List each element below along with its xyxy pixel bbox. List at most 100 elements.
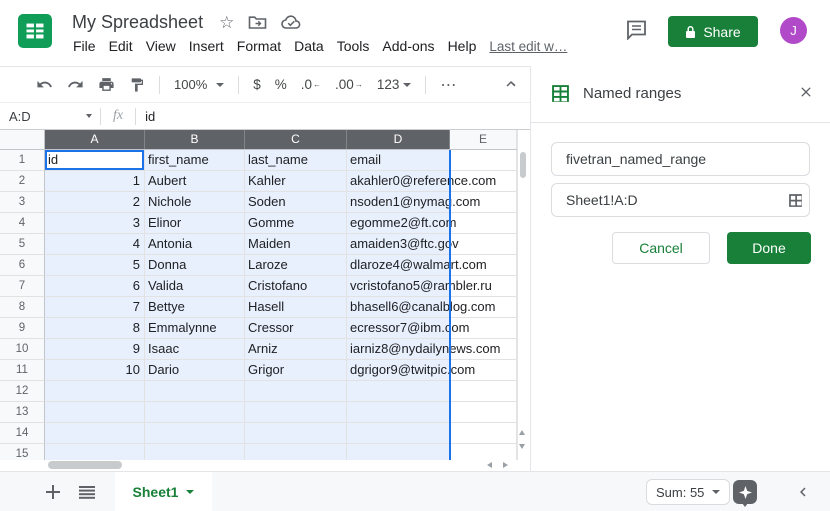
row-header-5[interactable]: 5 xyxy=(0,234,45,255)
cell-D14[interactable] xyxy=(347,423,450,444)
cell-C12[interactable] xyxy=(245,381,347,402)
cell-A12[interactable] xyxy=(45,381,145,402)
cell-D6[interactable]: dlaroze4@walmart.com xyxy=(347,255,450,276)
cell-D9[interactable]: ecressor7@ibm.com xyxy=(347,318,450,339)
column-header-D[interactable]: D xyxy=(347,130,450,149)
avatar[interactable]: J xyxy=(780,17,807,44)
cell-A6[interactable]: 5 xyxy=(45,255,145,276)
cell-A5[interactable]: 4 xyxy=(45,234,145,255)
cell-C1[interactable]: last_name xyxy=(245,150,347,171)
cell-B10[interactable]: Isaac xyxy=(145,339,245,360)
cell-E14[interactable] xyxy=(450,423,517,444)
zoom-control[interactable]: 100% xyxy=(174,73,224,97)
cell-A9[interactable]: 8 xyxy=(45,318,145,339)
row-header-7[interactable]: 7 xyxy=(0,276,45,297)
cell-D12[interactable] xyxy=(347,381,450,402)
cell-C11[interactable]: Grigor xyxy=(245,360,347,381)
scroll-right-arrow[interactable] xyxy=(503,462,508,468)
cell-E5[interactable] xyxy=(450,234,517,255)
menu-help[interactable]: Help xyxy=(448,38,477,54)
format-currency-button[interactable]: $ xyxy=(253,73,261,97)
collapse-toolbar-icon[interactable] xyxy=(502,75,520,98)
share-button[interactable]: Share xyxy=(668,16,758,47)
cell-B3[interactable]: Nichole xyxy=(145,192,245,213)
sum-badge[interactable]: Sum: 55 xyxy=(646,479,730,505)
menu-addons[interactable]: Add-ons xyxy=(382,38,434,54)
cell-C8[interactable]: Hasell xyxy=(245,297,347,318)
cell-D11[interactable]: dgrigor9@twitpic.com xyxy=(347,360,450,381)
menu-edit[interactable]: Edit xyxy=(109,38,133,54)
column-header-E[interactable]: E xyxy=(450,130,517,149)
cancel-button[interactable]: Cancel xyxy=(612,232,710,264)
cell-C2[interactable]: Kahler xyxy=(245,171,347,192)
cell-E2[interactable] xyxy=(450,171,517,192)
row-header-4[interactable]: 4 xyxy=(0,213,45,234)
done-button[interactable]: Done xyxy=(727,232,811,264)
cell-C5[interactable]: Maiden xyxy=(245,234,347,255)
cell-C4[interactable]: Gomme xyxy=(245,213,347,234)
cell-B9[interactable]: Emmalynne xyxy=(145,318,245,339)
cell-A10[interactable]: 9 xyxy=(45,339,145,360)
row-header-6[interactable]: 6 xyxy=(0,255,45,276)
row-header-3[interactable]: 3 xyxy=(0,192,45,213)
horizontal-scrollbar[interactable] xyxy=(0,460,527,471)
cell-A8[interactable]: 7 xyxy=(45,297,145,318)
number-format-button[interactable]: 123 xyxy=(377,73,412,97)
cell-B12[interactable] xyxy=(145,381,245,402)
cell-C13[interactable] xyxy=(245,402,347,423)
star-icon[interactable]: ☆ xyxy=(219,14,234,31)
row-header-13[interactable]: 13 xyxy=(0,402,45,423)
menu-data[interactable]: Data xyxy=(294,38,324,54)
cell-C3[interactable]: Soden xyxy=(245,192,347,213)
print-icon[interactable] xyxy=(98,73,115,97)
range-reference-input[interactable] xyxy=(551,183,810,217)
cloud-saved-icon[interactable] xyxy=(281,15,302,30)
document-title[interactable]: My Spreadsheet xyxy=(72,12,203,33)
cell-B8[interactable]: Bettye xyxy=(145,297,245,318)
cell-B7[interactable]: Valida xyxy=(145,276,245,297)
scroll-up-arrow[interactable] xyxy=(519,430,525,435)
row-header-8[interactable]: 8 xyxy=(0,297,45,318)
cell-E15[interactable] xyxy=(450,444,517,460)
cell-E12[interactable] xyxy=(450,381,517,402)
cell-A2[interactable]: 1 xyxy=(45,171,145,192)
cell-A13[interactable] xyxy=(45,402,145,423)
all-sheets-menu-icon[interactable] xyxy=(79,486,95,504)
close-icon[interactable] xyxy=(798,84,814,105)
menu-view[interactable]: View xyxy=(146,38,176,54)
menu-tools[interactable]: Tools xyxy=(337,38,370,54)
row-header-1[interactable]: 1 xyxy=(0,150,45,171)
cell-B5[interactable]: Antonia xyxy=(145,234,245,255)
cell-D3[interactable]: nsoden1@nymag.com xyxy=(347,192,450,213)
cell-E7[interactable] xyxy=(450,276,517,297)
chevron-left-icon[interactable] xyxy=(794,483,812,506)
sheets-logo-icon[interactable] xyxy=(18,14,52,48)
row-header-11[interactable]: 11 xyxy=(0,360,45,381)
menu-format[interactable]: Format xyxy=(237,38,281,54)
cell-C6[interactable]: Laroze xyxy=(245,255,347,276)
column-header-A[interactable]: A xyxy=(45,130,145,149)
cell-D7[interactable]: vcristofano5@rambler.ru xyxy=(347,276,450,297)
cell-B15[interactable] xyxy=(145,444,245,460)
cell-D10[interactable]: iarniz8@nydailynews.com xyxy=(347,339,450,360)
scroll-down-arrow[interactable] xyxy=(519,444,525,449)
scroll-left-arrow[interactable] xyxy=(487,462,492,468)
cell-B13[interactable] xyxy=(145,402,245,423)
cell-C10[interactable]: Arniz xyxy=(245,339,347,360)
column-header-C[interactable]: C xyxy=(245,130,347,149)
increase-decimal-button[interactable]: .00→ xyxy=(335,73,363,97)
select-all-corner[interactable] xyxy=(0,130,45,149)
column-header-B[interactable]: B xyxy=(145,130,245,149)
cell-A15[interactable] xyxy=(45,444,145,460)
undo-icon[interactable] xyxy=(36,73,53,97)
cell-E11[interactable] xyxy=(450,360,517,381)
cell-E3[interactable] xyxy=(450,192,517,213)
redo-icon[interactable] xyxy=(67,73,84,97)
cell-A14[interactable] xyxy=(45,423,145,444)
comments-icon[interactable] xyxy=(626,20,649,45)
cell-E8[interactable] xyxy=(450,297,517,318)
last-edit-link[interactable]: Last edit w… xyxy=(489,39,567,54)
more-options-icon[interactable]: ⋯ xyxy=(440,73,457,97)
cell-A1[interactable]: id xyxy=(45,150,145,171)
cell-B4[interactable]: Elinor xyxy=(145,213,245,234)
